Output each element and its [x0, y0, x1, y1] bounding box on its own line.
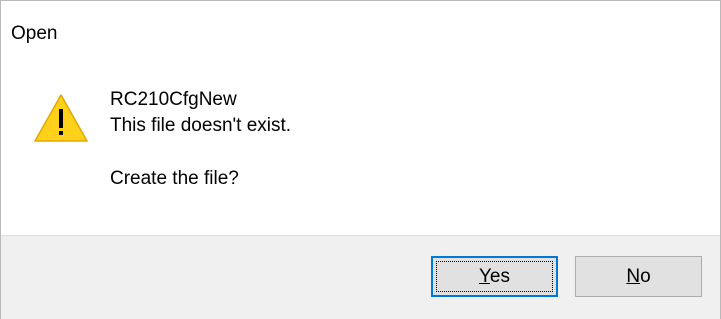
dialog-content: RC210CfgNew This file doesn't exist. Cre… — [1, 67, 720, 235]
no-button[interactable]: No — [575, 256, 702, 297]
title-bar: Open — [1, 1, 720, 67]
focus-ring — [436, 261, 553, 292]
dialog-title: Open — [11, 23, 58, 44]
no-mnemonic: N — [626, 265, 641, 287]
message-text: RC210CfgNew This file doesn't exist. Cre… — [110, 87, 291, 192]
create-question-text: Create the file? — [110, 168, 239, 189]
button-bar: Yes No — [1, 235, 720, 319]
message-dialog: Open RC210CfgNew This file doesn't exist… — [0, 0, 721, 319]
no-label-rest: o — [640, 265, 651, 287]
warning-icon — [34, 94, 88, 142]
no-button-label: No — [626, 266, 650, 288]
not-exist-text: This file doesn't exist. — [110, 115, 292, 136]
filename-text: RC210CfgNew — [110, 89, 237, 110]
yes-button[interactable]: Yes — [431, 256, 558, 297]
